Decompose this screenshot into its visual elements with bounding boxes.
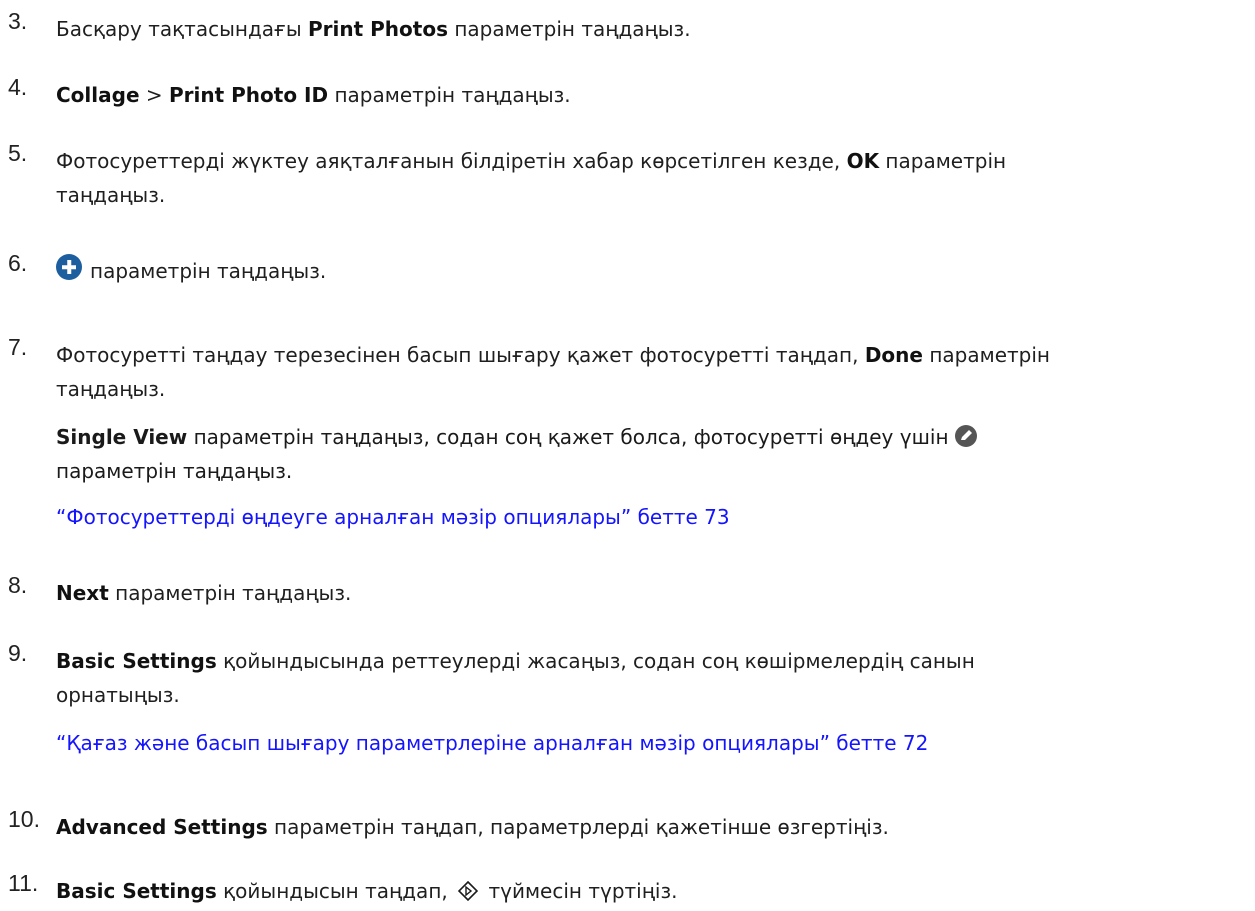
step-text: параметрін таңдаңыз. xyxy=(56,254,1249,288)
bold-term: Single View xyxy=(56,425,188,449)
text-part: параметрін таңдаңыз. xyxy=(328,83,571,107)
bold-term: Next xyxy=(56,581,109,605)
step-7-note: Single View параметрін таңдаңыз, содан с… xyxy=(56,420,1249,488)
bold-term: Advanced Settings xyxy=(56,815,268,839)
text-part: Фотосуреттерді жүктеу аяқталғанын білдір… xyxy=(56,149,847,173)
bold-term: Print Photos xyxy=(308,17,448,41)
text-part: параметрін xyxy=(879,149,1007,173)
bold-term: Done xyxy=(864,343,923,367)
step-number: 10. xyxy=(8,806,40,832)
start-icon xyxy=(457,877,479,911)
step-number: 3. xyxy=(8,8,28,34)
step-text: Collage > Print Photo ID параметрін таңд… xyxy=(56,78,1249,112)
text-part: параметрін xyxy=(922,343,1050,367)
bold-term: Print Photo ID xyxy=(169,83,329,107)
step-text: Basic Settings қойындысында реттеулерді … xyxy=(56,644,1249,712)
text-part: Басқару тақтасындағы xyxy=(56,17,308,41)
bold-term: Collage xyxy=(56,83,140,107)
bold-term: Basic Settings xyxy=(56,649,217,673)
text-part: таңдаңыз. xyxy=(56,183,166,207)
step-text: Advanced Settings параметрін таңдап, пар… xyxy=(56,810,1249,844)
text-part: Фотосуретті таңдау терезесінен басып шығ… xyxy=(56,343,865,367)
plus-circle-icon xyxy=(56,254,82,280)
step-number: 8. xyxy=(8,572,28,598)
text-part: параметрін таңдаңыз, содан соң қажет бол… xyxy=(187,425,949,449)
text-part: таңдаңыз. xyxy=(56,377,166,401)
text-part: қойындысын таңдап, xyxy=(216,879,455,903)
text-part: қойындысында реттеулерді жасаңыз, содан … xyxy=(216,649,975,673)
bold-term: Basic Settings xyxy=(56,879,217,903)
text-part: > xyxy=(139,83,169,107)
cross-reference-link[interactable]: “Қағаз және басып шығару параметрлеріне … xyxy=(56,726,1249,760)
pencil-icon xyxy=(954,425,977,447)
step-number: 4. xyxy=(8,74,28,100)
step-number: 9. xyxy=(8,640,28,666)
step-text: Фотосуреттерді жүктеу аяқталғанын білдір… xyxy=(56,144,1249,212)
text-part: параметрін таңдаңыз. xyxy=(108,581,352,605)
text-part: параметрін таңдаңыз. xyxy=(56,459,293,483)
step-text: Фотосуретті таңдау терезесінен басып шығ… xyxy=(56,338,1249,406)
cross-reference-link[interactable]: “Фотосуреттерді өңдеуге арналған мәзір о… xyxy=(56,500,1249,534)
step-text: Басқару тақтасындағы Print Photos параме… xyxy=(56,12,1249,46)
manual-page: 3. Басқару тақтасындағы Print Photos пар… xyxy=(0,0,1255,907)
text-part: түймесін түртіңіз. xyxy=(482,879,678,903)
text-part: параметрін таңдап, параметрлерді қажетін… xyxy=(267,815,889,839)
text-part: параметрін таңдаңыз. xyxy=(90,259,327,283)
text-part: параметрін таңдаңыз. xyxy=(447,17,691,41)
step-number: 5. xyxy=(8,140,28,166)
step-number: 6. xyxy=(8,250,28,276)
step-text: Next параметрін таңдаңыз. xyxy=(56,576,1249,610)
bold-term: OK xyxy=(846,149,880,173)
step-text: Basic Settings қойындысын таңдап, түймес… xyxy=(56,874,1249,911)
step-number: 7. xyxy=(8,334,28,360)
step-number: 11. xyxy=(8,870,39,896)
text-part: орнатыңыз. xyxy=(56,683,180,707)
